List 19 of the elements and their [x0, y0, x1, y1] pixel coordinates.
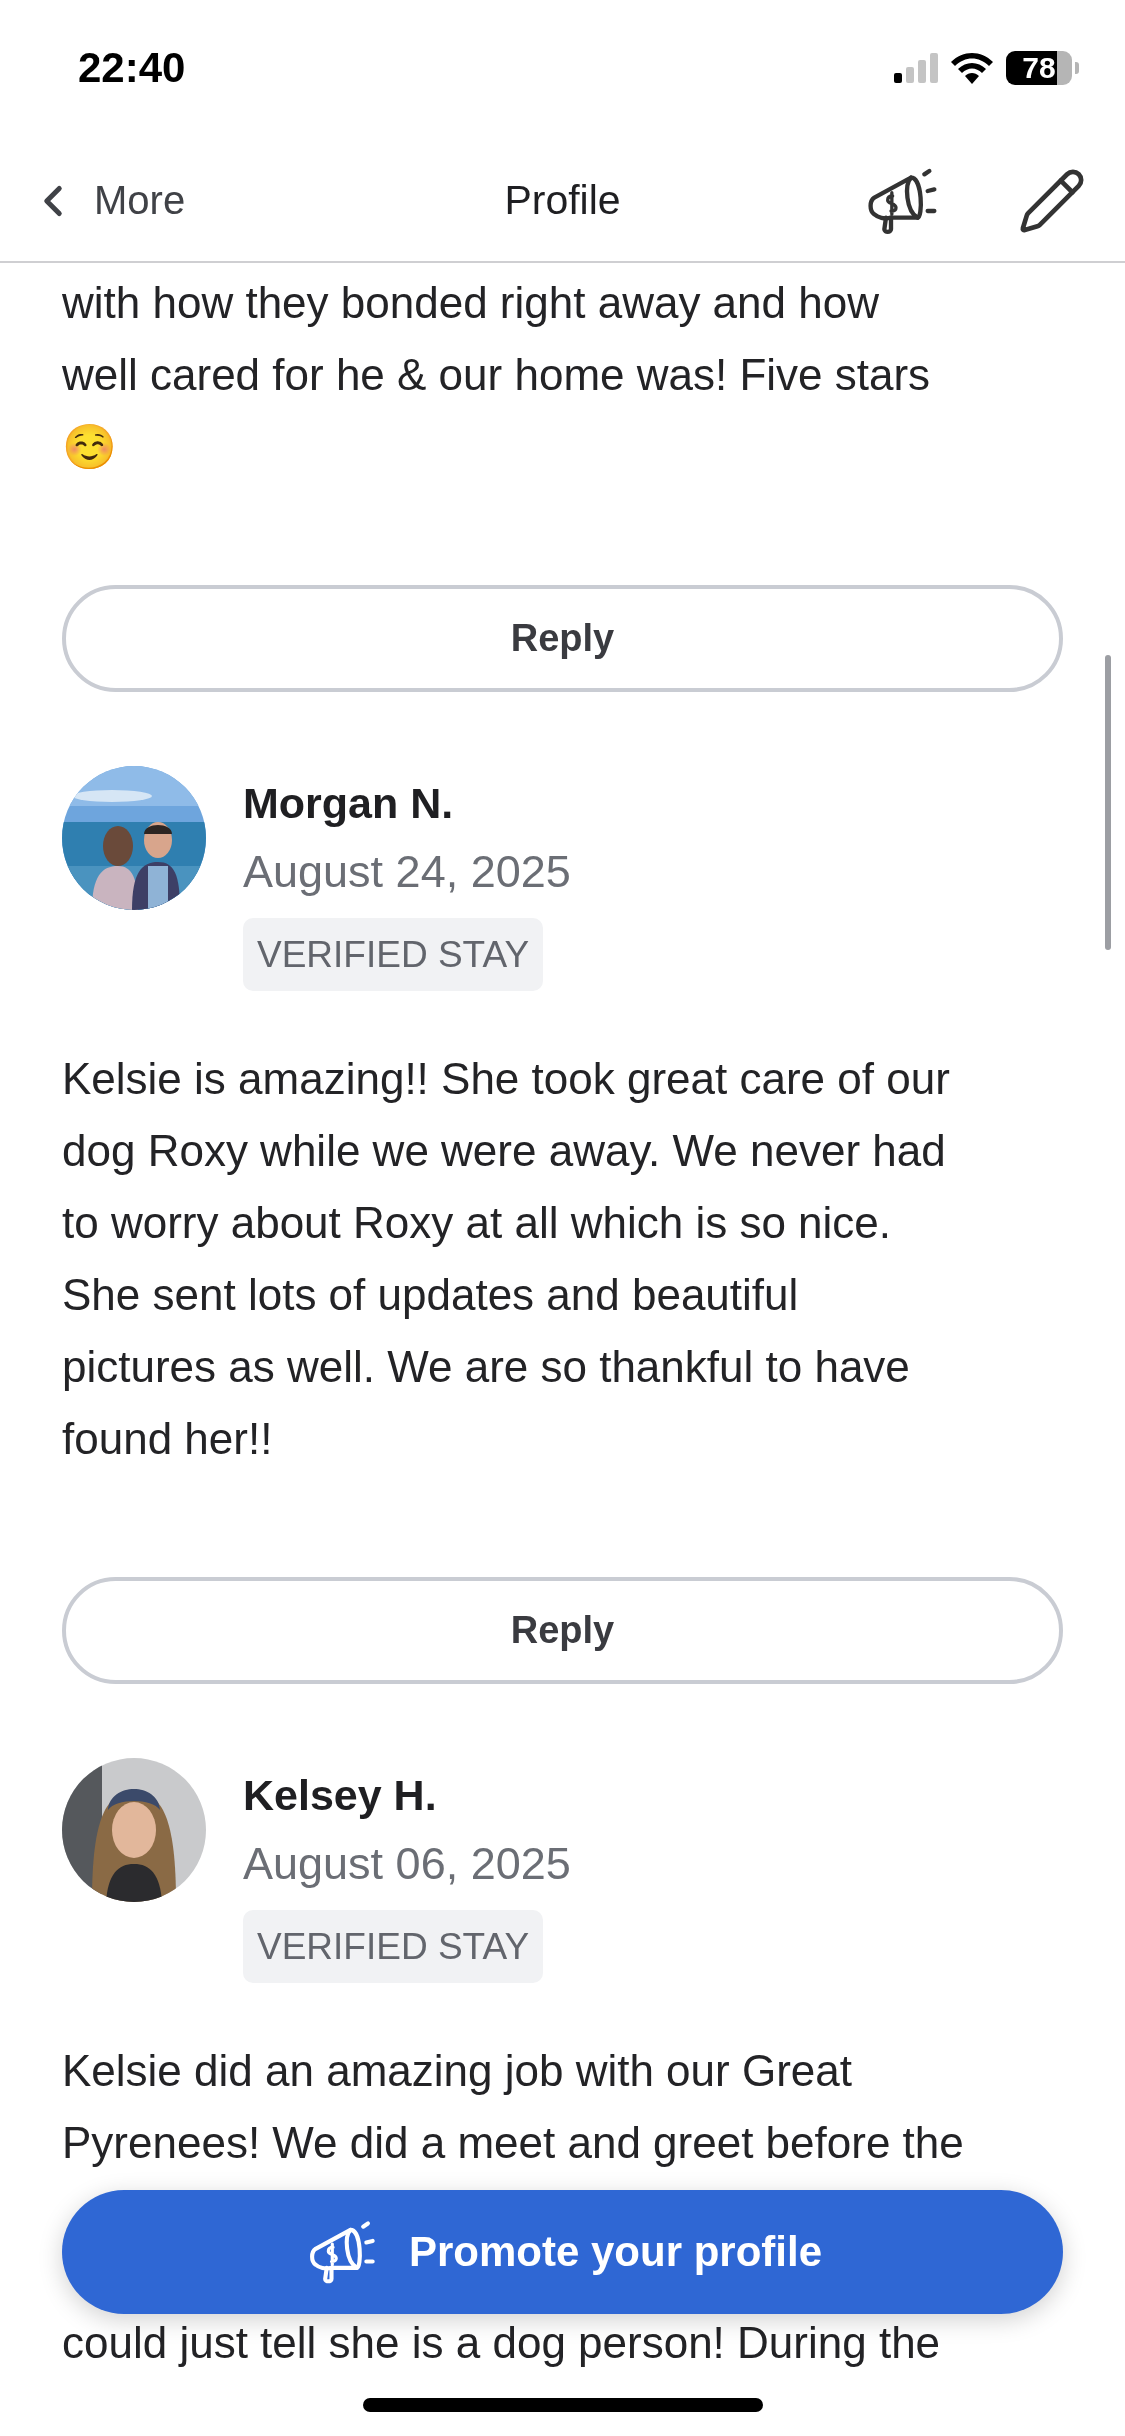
review-date: August 06, 2025: [243, 1837, 571, 1891]
review-text: Kelsie is amazing!! She took great care of our dog Roxy while we were away. We never had to worry about Roxy at all which is so nice. She sent lots of updates and beautiful pictures as well. We are so thankful to have found her!!: [62, 1053, 951, 1465]
status-time: 22:40: [78, 44, 186, 92]
wifi-icon: [950, 52, 994, 84]
back-label: More: [94, 178, 186, 223]
signal-icon: [894, 53, 938, 83]
review-date: August 24, 2025: [243, 845, 571, 899]
promote-profile-button[interactable]: Promote your profile: [62, 2190, 1063, 2314]
reviewer-name: Kelsey H.: [243, 1770, 437, 1821]
reply-button[interactable]: Reply: [62, 585, 1063, 692]
reply-button[interactable]: Reply: [62, 1577, 1063, 1684]
review-text: could just tell she is a dog person! During the: [62, 2317, 942, 2369]
page-title: Profile: [504, 177, 621, 224]
verified-badge: VERIFIED STAY: [243, 918, 544, 991]
review-text: Kelsie did an amazing job with our Great Pyrenees! We did a meet and greet before the: [62, 2045, 965, 2169]
review-text: with how they bonded right away and how well cared for he & our home was! Five stars ☺: [62, 277, 932, 473]
verified-badge: VERIFIED STAY: [243, 1910, 544, 1983]
back-link[interactable]: More: [28, 175, 186, 226]
reviewer-name: Morgan N.: [243, 778, 454, 829]
